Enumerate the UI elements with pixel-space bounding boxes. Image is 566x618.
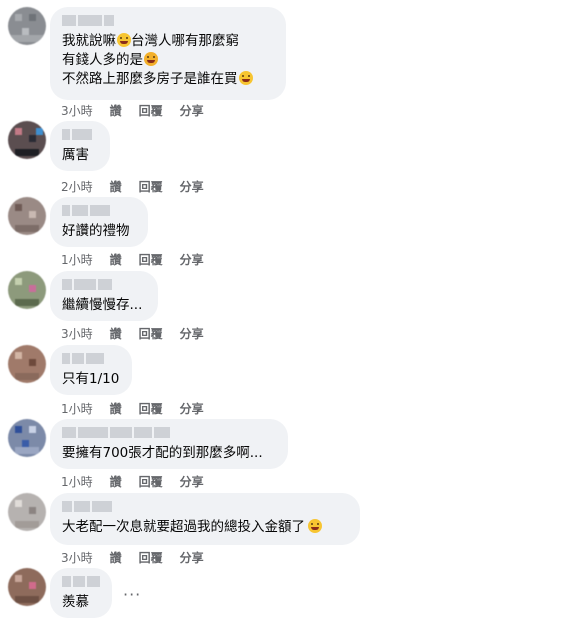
author-name[interactable] xyxy=(62,129,98,141)
like-button[interactable]: 讚 xyxy=(110,251,122,268)
like-button[interactable]: 讚 xyxy=(110,102,122,119)
comment-text: 好讚的禮物 xyxy=(62,223,130,239)
rofl-emoji-icon xyxy=(144,52,158,66)
avatar[interactable] xyxy=(8,345,46,383)
laughing-emoji-icon xyxy=(117,33,131,47)
author-name[interactable] xyxy=(62,501,348,513)
comment-bubble: 厲害 xyxy=(50,121,110,171)
avatar[interactable] xyxy=(8,7,46,45)
author-name[interactable] xyxy=(62,427,276,439)
like-button[interactable]: 讚 xyxy=(110,325,122,342)
comment-actions: 3小時 讚 回覆 分享 xyxy=(61,325,221,342)
timestamp[interactable]: 3小時 xyxy=(61,102,93,119)
comment-actions: 1小時 讚 回覆 分享 xyxy=(61,251,221,268)
timestamp[interactable]: 1小時 xyxy=(61,400,93,417)
like-button[interactable]: 讚 xyxy=(110,473,122,490)
author-name[interactable] xyxy=(62,279,146,291)
comment-text: 厲害 xyxy=(62,147,89,163)
reply-button[interactable]: 回覆 xyxy=(139,325,163,342)
comment-bubble: 好讚的禮物 xyxy=(50,197,148,247)
author-name[interactable] xyxy=(62,353,120,365)
author-name[interactable] xyxy=(62,205,136,217)
timestamp[interactable]: 1小時 xyxy=(61,473,93,490)
comment-bubble: 大老配一次息就要超過我的總投入金額了 xyxy=(50,493,360,545)
share-button[interactable]: 分享 xyxy=(180,549,204,566)
share-button[interactable]: 分享 xyxy=(180,400,204,417)
timestamp[interactable]: 1小時 xyxy=(61,251,93,268)
avatar[interactable] xyxy=(8,419,46,457)
avatar[interactable] xyxy=(8,271,46,309)
share-button[interactable]: 分享 xyxy=(180,473,204,490)
comment-text: 大老配一次息就要超過我的總投入金額了 xyxy=(62,518,348,537)
comment-bubble: 我就說嘛 台灣人哪有那麼窮 有錢人多的是 不然路上那麼多房子是誰在買 xyxy=(50,7,286,100)
reply-button[interactable]: 回覆 xyxy=(139,102,163,119)
reply-button[interactable]: 回覆 xyxy=(139,549,163,566)
comment-bubble: 只有1/10 xyxy=(50,345,132,395)
comment-text: 我就說嘛 台灣人哪有那麼窮 有錢人多的是 不然路上那麼多房子是誰在買 xyxy=(62,32,274,89)
comment-actions: 3小時 讚 回覆 分享 xyxy=(61,549,221,566)
timestamp[interactable]: 2小時 xyxy=(61,178,93,195)
comment-actions: 2小時 讚 回覆 分享 xyxy=(61,178,221,195)
share-button[interactable]: 分享 xyxy=(180,325,204,342)
reply-button[interactable]: 回覆 xyxy=(139,400,163,417)
comment-text: 羨慕 xyxy=(62,594,89,610)
reply-button[interactable]: 回覆 xyxy=(139,251,163,268)
comment-actions: 1小時 讚 回覆 分享 xyxy=(61,400,221,417)
sad-sweat-emoji-icon xyxy=(308,519,322,533)
comment-bubble: 繼續慢慢存... xyxy=(50,271,158,321)
more-options-button[interactable]: ··· xyxy=(123,585,141,604)
comment-text: 只有1/10 xyxy=(62,371,120,387)
comment-text: 繼續慢慢存... xyxy=(62,297,143,313)
like-button[interactable]: 讚 xyxy=(110,178,122,195)
comment-bubble: 羨慕 xyxy=(50,568,112,618)
comment-actions: 3小時 讚 回覆 分享 xyxy=(61,102,221,119)
comment-text: 要擁有700張才配的到那麼多啊... xyxy=(62,445,263,461)
timestamp[interactable]: 3小時 xyxy=(61,549,93,566)
avatar[interactable] xyxy=(8,568,46,606)
author-name[interactable] xyxy=(62,576,101,588)
share-button[interactable]: 分享 xyxy=(180,178,204,195)
comment-bubble: 要擁有700張才配的到那麼多啊... xyxy=(50,419,288,469)
avatar[interactable] xyxy=(8,493,46,531)
avatar[interactable] xyxy=(8,197,46,235)
timestamp[interactable]: 3小時 xyxy=(61,325,93,342)
author-name[interactable] xyxy=(62,15,274,27)
share-button[interactable]: 分享 xyxy=(180,251,204,268)
avatar[interactable] xyxy=(8,121,46,159)
reply-button[interactable]: 回覆 xyxy=(139,178,163,195)
share-button[interactable]: 分享 xyxy=(180,102,204,119)
tongue-wink-emoji-icon xyxy=(238,71,253,85)
like-button[interactable]: 讚 xyxy=(110,400,122,417)
reply-button[interactable]: 回覆 xyxy=(139,473,163,490)
like-button[interactable]: 讚 xyxy=(110,549,122,566)
comment-actions: 1小時 讚 回覆 分享 xyxy=(61,473,221,490)
